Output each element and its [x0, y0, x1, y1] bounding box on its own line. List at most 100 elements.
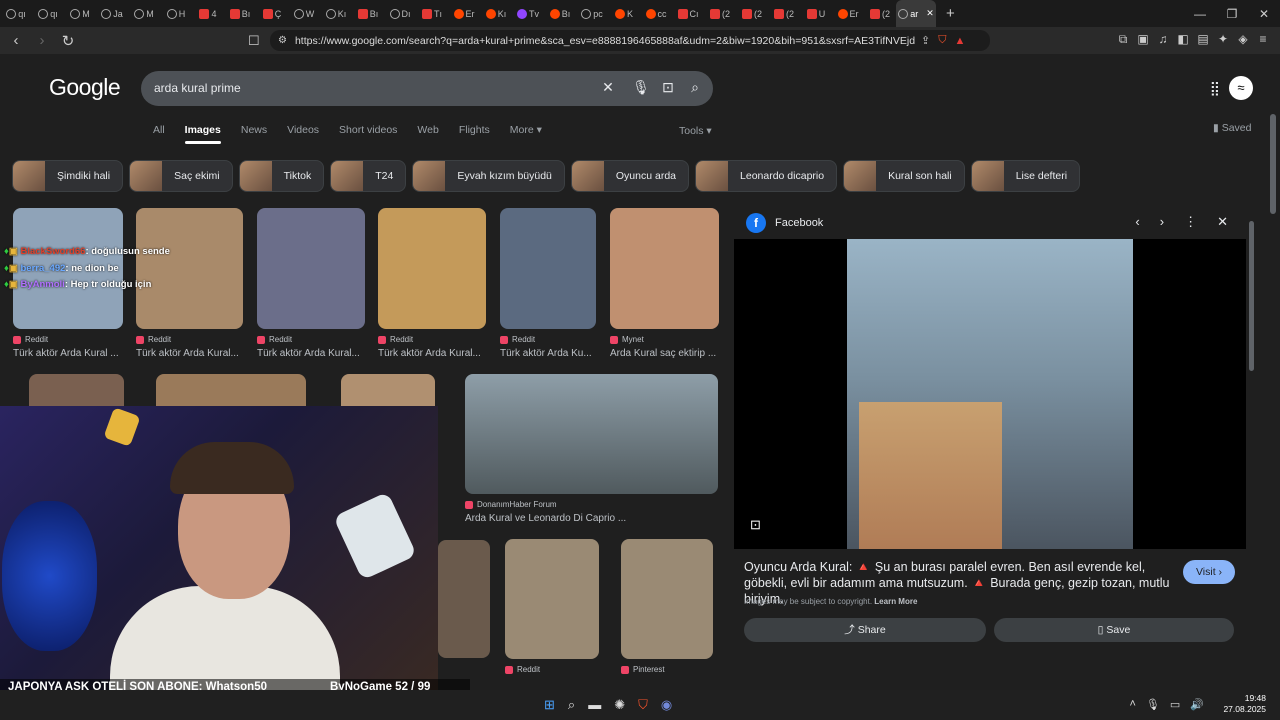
close-tab-icon[interactable]: ✕	[926, 8, 934, 19]
file-explorer-icon[interactable]: ▬	[588, 697, 601, 713]
brave-rewards-icon[interactable]: ▲	[954, 35, 965, 47]
result-image[interactable]	[610, 208, 719, 329]
preview-source[interactable]: Facebook	[775, 217, 823, 229]
result-image[interactable]	[465, 374, 718, 494]
result-image[interactable]	[257, 208, 365, 329]
result-card[interactable]: Pinterest	[621, 539, 713, 674]
chip[interactable]: Leonardo dicaprio	[695, 160, 838, 192]
result-card[interactable]: Mynet Arda Kural saç ektirip ...	[610, 208, 719, 359]
lens-icon[interactable]: ⊡	[659, 79, 677, 97]
brave-shield-icon[interactable]: ⛉	[938, 34, 946, 47]
saved-button[interactable]: ▮ Saved	[1213, 122, 1251, 134]
google-logo[interactable]: Google	[49, 74, 121, 101]
chip[interactable]: Saç ekimi	[129, 160, 233, 192]
tab-short-videos[interactable]: Short videos	[339, 124, 397, 136]
browser-tab[interactable]: 4	[192, 0, 224, 27]
tab-videos[interactable]: Videos	[287, 124, 319, 136]
maximize-icon[interactable]: ❐	[1216, 0, 1248, 27]
chip[interactable]: Oyuncu arda	[570, 160, 690, 192]
tab-all[interactable]: All	[153, 124, 165, 136]
result-card[interactable]: DonanımHaber Forum Arda Kural ve Leonard…	[465, 374, 718, 524]
discord-app-icon[interactable]: ◉	[661, 697, 672, 713]
next-icon[interactable]: ›	[1160, 214, 1164, 230]
address-bar[interactable]: ⚙ https://www.google.com/search?q=arda+k…	[270, 30, 990, 51]
tab-more[interactable]: More ▾	[510, 124, 542, 136]
browser-tab[interactable]: M	[64, 0, 96, 27]
browser-tab[interactable]: Ç	[256, 0, 288, 27]
vpn-icon[interactable]: ◈	[1236, 32, 1250, 46]
tray-expand-icon[interactable]: ˄	[1129, 698, 1135, 711]
learn-more-link[interactable]: Learn More	[874, 597, 917, 606]
result-title[interactable]: Türk aktör Arda Kural...	[257, 348, 365, 359]
browser-tab[interactable]: H	[160, 0, 192, 27]
chip[interactable]: Kural son hali	[843, 160, 965, 192]
search-input[interactable]: arda kural prime	[154, 81, 241, 95]
url-text[interactable]: https://www.google.com/search?q=arda+kur…	[295, 35, 915, 47]
panel-scrollbar[interactable]	[1249, 221, 1254, 371]
apps-icon[interactable]: ⣿	[1210, 80, 1220, 97]
result-image[interactable]	[505, 539, 599, 659]
browser-tab[interactable]: ar ✕	[896, 0, 936, 27]
browser-tab[interactable]: Er	[832, 0, 864, 27]
chip[interactable]: Lise defteri	[970, 160, 1081, 192]
result-card[interactable]: Reddit Türk aktör Arda Kural...	[257, 208, 365, 359]
result-card[interactable]	[438, 540, 490, 658]
result-card[interactable]: Reddit Türk aktör Arda Kural...	[378, 208, 486, 359]
browser-tab[interactable]: Ja	[96, 0, 128, 27]
visit-button[interactable]: Visit ›	[1183, 560, 1235, 584]
result-title[interactable]: Arda Kural saç ektirip ...	[610, 348, 719, 359]
browser-tab[interactable]: M	[128, 0, 160, 27]
browser-tab[interactable]: cc	[640, 0, 672, 27]
result-title[interactable]: Arda Kural ve Leonardo Di Caprio ...	[465, 513, 718, 524]
more-options-icon[interactable]: ⋮	[1184, 214, 1197, 230]
clock[interactable]: 19:48 27.08.2025	[1223, 693, 1266, 715]
share-button[interactable]: ⤴ Share	[744, 618, 986, 642]
browser-tab[interactable]: Tı	[416, 0, 448, 27]
tab-news[interactable]: News	[241, 124, 267, 136]
result-title[interactable]: Türk aktör Arda Kural...	[378, 348, 486, 359]
search-taskbar-icon[interactable]: ⌕	[568, 697, 575, 713]
tab-flights[interactable]: Flights	[459, 124, 490, 136]
wallet-icon[interactable]: ▤	[1196, 32, 1210, 46]
browser-tab[interactable]: (2	[704, 0, 736, 27]
browser-tab[interactable]: Tv	[512, 0, 544, 27]
chip[interactable]: Tiktok	[238, 160, 325, 192]
menu-icon[interactable]: ≡	[1256, 32, 1270, 46]
minimize-icon[interactable]: —	[1184, 0, 1216, 27]
browser-tab[interactable]: (2	[768, 0, 800, 27]
browser-tab[interactable]: Cı	[672, 0, 704, 27]
result-title[interactable]: Türk aktör Arda Ku...	[500, 348, 596, 359]
browser-tab[interactable]: Kı	[480, 0, 512, 27]
tab-images[interactable]: Images	[184, 124, 222, 144]
tab-web[interactable]: Web	[417, 124, 438, 136]
tools-button[interactable]: Tools ▾	[679, 125, 712, 137]
result-image[interactable]	[500, 208, 596, 329]
extensions-icon[interactable]: ⧉	[1116, 32, 1130, 46]
result-card[interactable]: Reddit	[505, 539, 599, 674]
save-button[interactable]: ▯ Save	[994, 618, 1234, 642]
start-icon[interactable]: ⊞	[544, 697, 555, 713]
sidebar-icon[interactable]: ◧	[1176, 32, 1190, 46]
browser-tab[interactable]: U	[800, 0, 832, 27]
browser-tab[interactable]: Er	[448, 0, 480, 27]
browser-tab[interactable]: Dı	[384, 0, 416, 27]
mic-tray-icon[interactable]: 🎙	[1146, 698, 1160, 711]
chip[interactable]: Eyvah kızım büyüdü	[412, 160, 565, 192]
back-icon[interactable]: ‹	[6, 32, 26, 49]
display-tray-icon[interactable]: ▭	[1170, 698, 1180, 711]
chatgpt-app-icon[interactable]: ✺	[614, 697, 625, 713]
search-icon[interactable]: ⌕	[686, 79, 704, 97]
search-box[interactable]: arda kural prime ✕ 🎙 ⊡ ⌕	[141, 71, 713, 106]
close-icon[interactable]: ✕	[1217, 214, 1228, 230]
result-title[interactable]: Türk aktör Arda Kural ...	[13, 348, 123, 359]
page-scrollbar[interactable]	[1270, 114, 1276, 214]
bookmark-icon[interactable]: ☐	[248, 33, 260, 49]
volume-icon[interactable]: 🔊	[1190, 698, 1204, 711]
brave-app-icon[interactable]: ⛉	[638, 697, 648, 713]
new-tab-icon[interactable]: +	[946, 5, 955, 22]
browser-tab[interactable]: K	[608, 0, 640, 27]
music-icon[interactable]: ♫	[1156, 32, 1170, 46]
leo-icon[interactable]: ✦	[1216, 32, 1230, 46]
reload-icon[interactable]: ↻	[58, 32, 78, 50]
browser-tab[interactable]: Bı	[224, 0, 256, 27]
